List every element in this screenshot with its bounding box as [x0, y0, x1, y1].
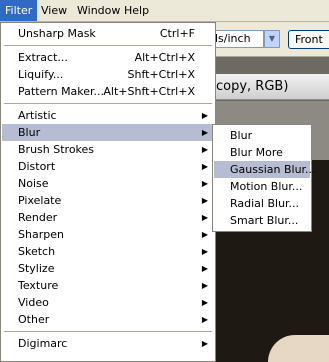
submenu-item-label: Radial Blur... [230, 197, 300, 210]
menu-item-render[interactable]: Render ▶ [2, 209, 214, 226]
menu-bar: Filter View Window Help [0, 0, 329, 22]
submenu-arrow-icon: ▶ [201, 281, 208, 290]
document-title-bar: copy, RGB) [212, 74, 329, 100]
submenu-item-gaussian-blur[interactable]: Gaussian Blur... [214, 161, 316, 178]
submenu-arrow-icon: ▶ [201, 162, 208, 171]
blur-submenu: Blur Blur More Gaussian Blur... Motion Blur… [212, 124, 316, 232]
submenu-arrow-icon: ▶ [201, 196, 208, 205]
menu-item-label: Distort [18, 160, 56, 173]
menu-item-unsharp-mask[interactable]: Unsharp Mask Ctrl+F [2, 25, 214, 42]
menu-item-artistic[interactable]: Artistic ▶ [2, 107, 214, 124]
menu-item-brush-strokes[interactable]: Brush Strokes ▶ [2, 141, 214, 158]
menu-item-blur[interactable]: Blur ▶ [2, 124, 214, 141]
submenu-item-blur[interactable]: Blur [214, 127, 310, 144]
menu-item-sharpen[interactable]: Sharpen ▶ [2, 226, 214, 243]
submenu-arrow-icon: ▶ [201, 111, 208, 120]
menu-item-digimarc[interactable]: Digimarc ▶ [2, 335, 214, 352]
submenu-arrow-icon: ▶ [201, 213, 208, 222]
submenu-arrow-icon: ▶ [201, 230, 208, 239]
menu-item-texture[interactable]: Texture ▶ [2, 277, 214, 294]
menu-item-pattern-maker[interactable]: Pattern Maker... Alt+Shft+Ctrl+X [2, 83, 214, 100]
submenu-item-label: Blur More [230, 146, 283, 159]
menu-item-shortcut: Alt+Shft+Ctrl+X [103, 85, 195, 98]
menu-item-pixelate[interactable]: Pixelate ▶ [2, 192, 214, 209]
resolution-unit-select[interactable]: ls/inch [212, 30, 264, 48]
submenu-arrow-icon: ▶ [201, 298, 208, 307]
menu-item-label: Other [18, 313, 50, 326]
menu-item-label: Blur [18, 126, 41, 139]
submenu-item-radial-blur[interactable]: Radial Blur... [214, 195, 310, 212]
submenu-arrow-icon: ▶ [201, 339, 208, 348]
menu-item-label: Render [18, 211, 58, 224]
menu-item-shortcut: Shft+Ctrl+X [127, 68, 196, 81]
submenu-item-blur-more[interactable]: Blur More [214, 144, 310, 161]
menu-item-label: Digimarc [18, 337, 68, 350]
menu-separator [4, 331, 212, 332]
menu-item-label: Noise [18, 177, 49, 190]
menu-separator [4, 103, 212, 104]
submenu-arrow-icon: ▶ [201, 145, 208, 154]
menu-view[interactable]: View [36, 0, 72, 21]
chevron-down-icon[interactable]: ▼ [264, 30, 280, 48]
menu-separator [4, 45, 212, 46]
menu-item-label: Video [18, 296, 49, 309]
submenu-arrow-icon: ▶ [201, 179, 208, 188]
menu-item-label: Sharpen [18, 228, 64, 241]
menu-item-shortcut: Alt+Ctrl+X [134, 51, 195, 64]
submenu-arrow-icon: ▶ [201, 128, 208, 137]
menu-item-label: Liquify... [18, 68, 64, 81]
menu-item-liquify[interactable]: Liquify... Shft+Ctrl+X [2, 66, 214, 83]
front-image-button[interactable]: Front [288, 30, 329, 49]
submenu-item-label: Blur [230, 129, 253, 142]
submenu-arrow-icon: ▶ [201, 264, 208, 273]
menu-help[interactable]: Help [119, 0, 154, 21]
menu-window[interactable]: Window [72, 0, 125, 21]
menu-item-label: Artistic [18, 109, 57, 122]
menu-item-label: Pattern Maker... [18, 85, 105, 98]
submenu-arrow-icon: ▶ [201, 247, 208, 256]
submenu-arrow-icon: ▶ [201, 315, 208, 324]
menu-item-sketch[interactable]: Sketch ▶ [2, 243, 214, 260]
menu-item-label: Pixelate [18, 194, 62, 207]
menu-item-shortcut: Ctrl+F [159, 27, 195, 40]
menu-item-distort[interactable]: Distort ▶ [2, 158, 214, 175]
menu-item-label: Sketch [18, 245, 56, 258]
submenu-item-motion-blur[interactable]: Motion Blur... [214, 178, 310, 195]
menu-item-label: Unsharp Mask [18, 27, 96, 40]
options-bar: ls/inch ▼ Front [212, 22, 329, 57]
menu-item-label: Stylize [18, 262, 55, 275]
submenu-item-label: Motion Blur... [230, 180, 303, 193]
menu-item-extract[interactable]: Extract... Alt+Ctrl+X [2, 49, 214, 66]
submenu-item-label: Gaussian Blur... [230, 163, 316, 176]
submenu-item-label: Smart Blur... [230, 214, 299, 227]
menu-item-stylize[interactable]: Stylize ▶ [2, 260, 214, 277]
menu-item-noise[interactable]: Noise ▶ [2, 175, 214, 192]
menu-item-video[interactable]: Video ▶ [2, 294, 214, 311]
menu-item-label: Texture [18, 279, 59, 292]
menu-item-label: Extract... [18, 51, 68, 64]
menu-item-label: Brush Strokes [18, 143, 95, 156]
menu-filter[interactable]: Filter [0, 0, 38, 21]
filter-menu: Unsharp Mask Ctrl+F Extract... Alt+Ctrl+X Li… [0, 22, 216, 362]
menu-item-other[interactable]: Other ▶ [2, 311, 214, 328]
submenu-item-smart-blur[interactable]: Smart Blur... [214, 212, 310, 229]
